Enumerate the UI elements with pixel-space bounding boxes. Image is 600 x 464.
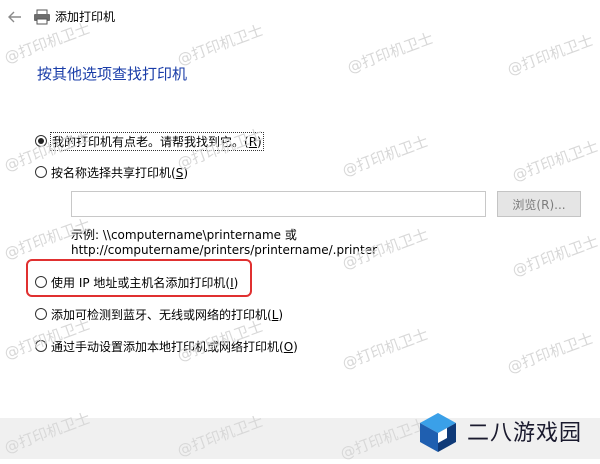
page-heading: 按其他选项查找打印机 bbox=[37, 65, 188, 83]
option-shared-printer[interactable]: 按名称选择共享打印机(S) bbox=[35, 163, 188, 181]
brand-cube-icon bbox=[417, 411, 459, 453]
radio-bluetooth-wireless[interactable] bbox=[35, 308, 47, 320]
watermark: @打印机卫士 bbox=[339, 325, 431, 373]
watermark: @打印机卫士 bbox=[504, 31, 596, 79]
shared-printer-name-input[interactable] bbox=[71, 191, 486, 217]
watermark: @打印机卫士 bbox=[174, 21, 266, 69]
brand-name: 二八游戏园 bbox=[467, 421, 583, 446]
printer-icon bbox=[33, 9, 51, 25]
watermark: @打印机卫士 bbox=[509, 137, 600, 185]
option-label: 按名称选择共享打印机 bbox=[51, 165, 172, 180]
watermark: @打印机卫士 bbox=[339, 132, 431, 180]
option-ip-hostname[interactable]: 使用 IP 地址或主机名添加打印机(I) bbox=[35, 273, 238, 291]
browse-button[interactable]: 浏览(R)... bbox=[497, 191, 581, 217]
watermark: @打印机卫士 bbox=[504, 329, 596, 377]
radio-ip-hostname[interactable] bbox=[35, 276, 47, 288]
example-line-1: 示例: \\computername\printername 或 bbox=[71, 228, 297, 242]
option-label: 使用 IP 地址或主机名添加打印机 bbox=[51, 275, 226, 290]
watermark: @打印机卫士 bbox=[509, 232, 600, 280]
back-arrow-icon[interactable] bbox=[7, 9, 23, 25]
radio-shared-printer[interactable] bbox=[35, 166, 47, 178]
watermark: @打印机卫士 bbox=[344, 29, 436, 77]
